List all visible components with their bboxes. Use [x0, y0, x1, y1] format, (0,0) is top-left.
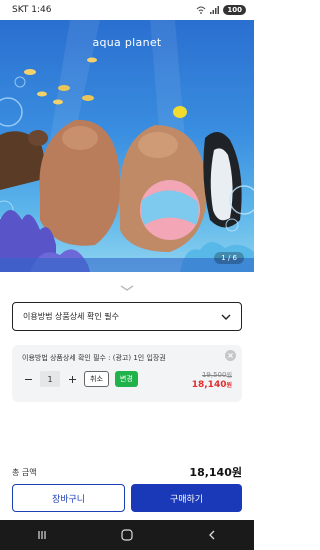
chevron-down-icon: [221, 314, 231, 320]
cancel-button[interactable]: 취소: [84, 371, 109, 387]
back-button[interactable]: [197, 525, 227, 545]
minus-icon: [24, 378, 32, 380]
system-navigation-bar: [0, 520, 254, 550]
buy-now-button[interactable]: 구매하기: [131, 484, 242, 512]
wifi-icon: [197, 6, 206, 14]
quantity-value[interactable]: 1: [40, 371, 60, 387]
sale-price: 18,140원: [191, 380, 232, 390]
quantity-stepper: 1 취소 변경: [22, 371, 138, 387]
sheet-handle-chevron-icon[interactable]: [119, 284, 135, 292]
aqua-planet-logo: aqua planet: [92, 36, 162, 49]
selected-option-title: 이용방법 상품상세 확인 필수 : (광고) 1인 입장권: [22, 354, 166, 362]
price-block: 19,500원 18,140원: [192, 370, 232, 390]
total-label: 총 금액: [12, 467, 37, 477]
total-row: 총 금액 18,140원: [12, 464, 242, 480]
option-select-dropdown[interactable]: 이용방법 상품상세 확인 필수: [12, 302, 242, 331]
carrier-time: SKT 1:46: [12, 5, 52, 15]
add-to-cart-button[interactable]: 장바구니: [12, 484, 125, 512]
home-icon: [121, 529, 133, 541]
recent-apps-button[interactable]: [27, 525, 57, 545]
product-image-carousel[interactable]: aqua planet 1 / 6: [0, 20, 254, 272]
action-buttons: 장바구니 구매하기: [12, 484, 242, 512]
increase-quantity-button[interactable]: [66, 371, 78, 387]
battery-badge: 100: [223, 5, 246, 15]
option-select-label: 이용방법 상품상세 확인 필수: [23, 312, 119, 321]
remove-option-button[interactable]: [225, 350, 236, 361]
recent-apps-icon: [38, 531, 46, 539]
home-button[interactable]: [112, 525, 142, 545]
close-icon: [228, 353, 233, 358]
status-icons: 100: [196, 5, 246, 15]
carousel-counter: 1 / 6: [214, 252, 244, 264]
purchase-bottom-sheet: 이용방법 상품상세 확인 필수 이용방법 상품상세 확인 필수 : (광고) 1…: [0, 278, 254, 520]
selected-option-card: 이용방법 상품상세 확인 필수 : (광고) 1인 입장권 1 취소 변경 19…: [12, 345, 242, 402]
plus-icon: [68, 375, 76, 383]
change-button[interactable]: 변경: [114, 371, 138, 387]
back-icon: [208, 530, 215, 540]
aquarium-scene-image: [0, 20, 254, 272]
signal-icon: [210, 6, 220, 14]
original-price: 19,500원: [201, 371, 232, 379]
decrease-quantity-button[interactable]: [22, 371, 34, 387]
status-bar: SKT 1:46 100: [0, 0, 254, 20]
total-amount: 18,140원: [189, 466, 242, 479]
